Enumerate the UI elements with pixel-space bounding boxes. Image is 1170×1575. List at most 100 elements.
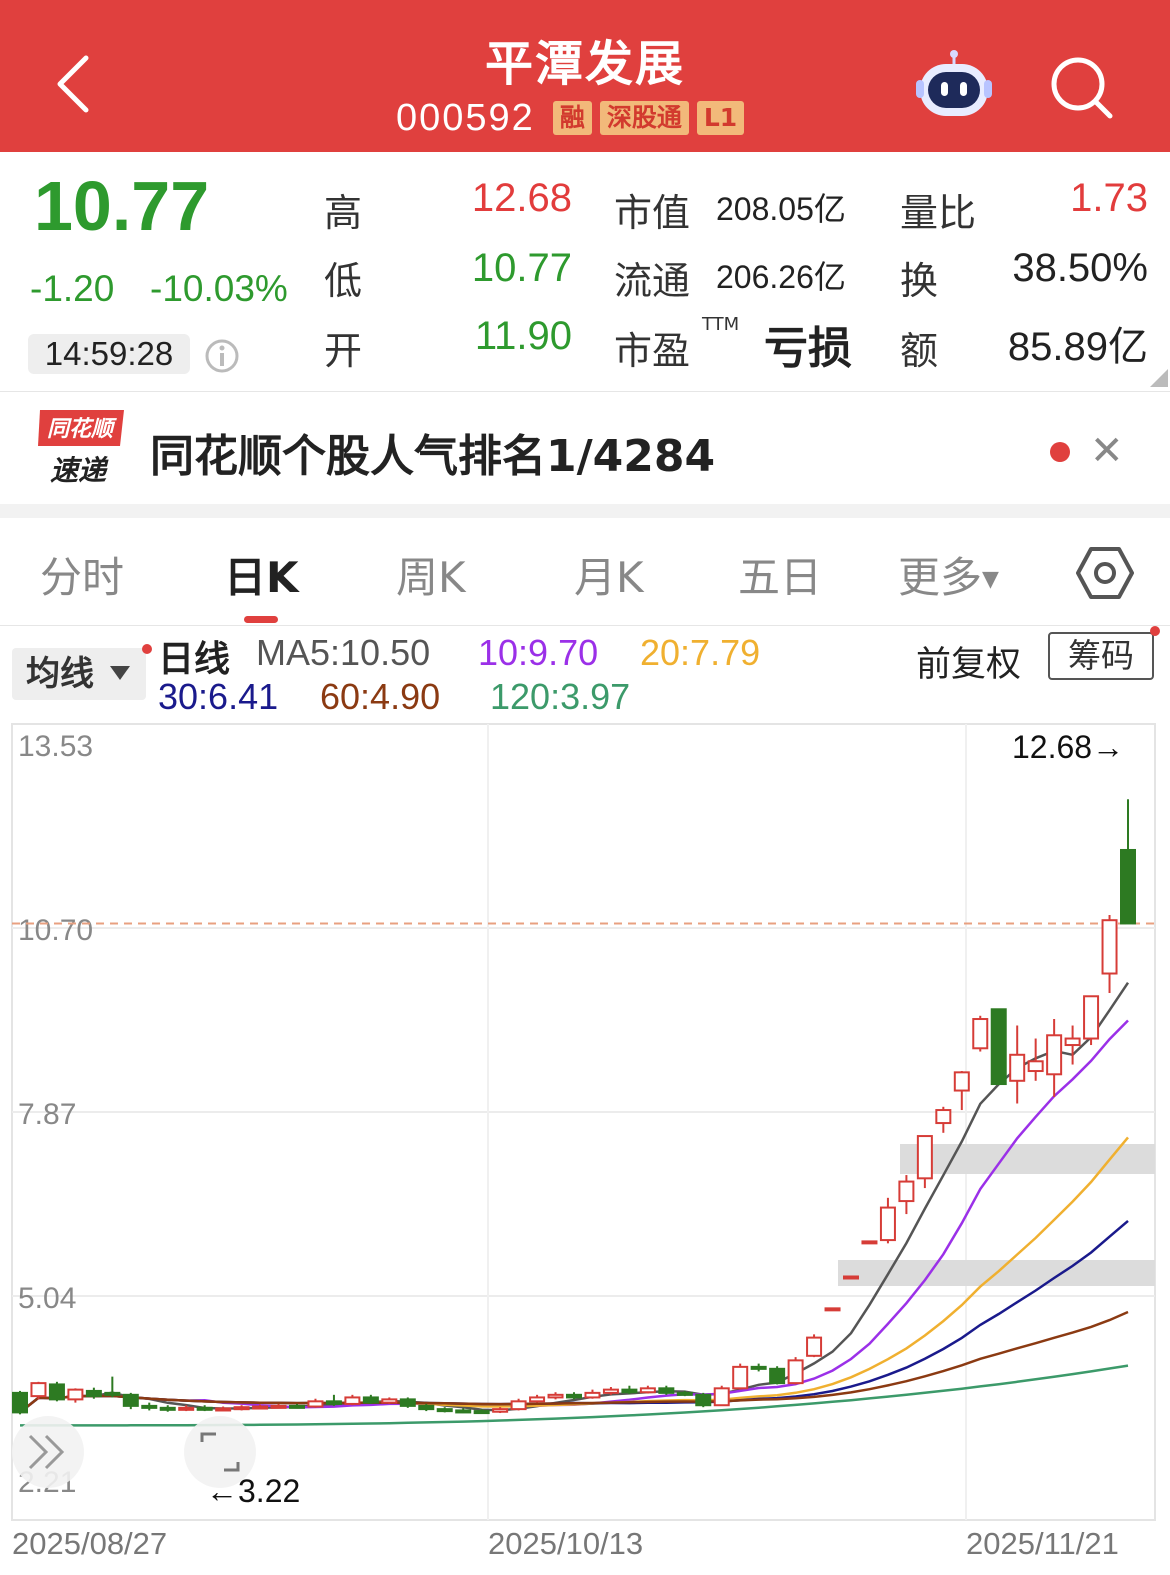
candle-body [695,1393,712,1407]
ma-dropdown-arrow-icon [110,666,130,680]
popularity-banner[interactable]: 同花顺 速递 同花顺个股人气排名1/4284 [0,392,1170,504]
price-change-percent: -10.03% [150,268,288,309]
ma20-value: 20:7.79 [640,632,761,673]
candle-body [861,1240,878,1245]
stock-subtitle: 000592 融 深股通 L1 [396,96,745,140]
candle-body [418,1404,435,1411]
candle-body [732,1365,749,1390]
chip-distribution-button[interactable]: 筹码 [1048,632,1154,680]
y-tick-label: 10.70 [18,914,93,947]
candle-body [676,1391,693,1396]
turnover-label: 换 [900,259,939,303]
mcap-label: 市值 [614,191,691,235]
y-tick-label: 13.53 [18,730,93,763]
tab-intraday[interactable]: 分时 [40,544,124,605]
margin-tag: 融 [552,101,592,135]
candle-body [566,1393,582,1399]
candle-body [639,1387,656,1394]
candle-body [48,1383,65,1401]
candle-body [30,1382,47,1398]
candle-body [584,1391,601,1399]
float-label: 流通 [614,259,691,303]
candle-body [178,1406,195,1411]
active-tab-indicator [244,616,278,623]
last-price: 10.77 [34,167,210,245]
period-label: 日线 [158,638,231,679]
amount-label: 额 [900,329,939,373]
open-value: 11.90 [474,314,572,358]
tab-more[interactable]: 更多▼ [898,544,999,605]
candle-body [1046,1034,1063,1076]
price-adjust-toggle[interactable]: 前复权 [916,636,1021,687]
ths-express-logo: 同花顺 速递 [38,410,124,487]
candle-body [122,1393,139,1407]
quote-panel: 10.77 -1.20 -10.03% 14:59:28 高 低 开 12.68… [0,152,1170,392]
y-tick-label: 7.87 [18,1098,76,1131]
candle-body [990,1008,1007,1086]
kline-chart[interactable]: 13.5310.707.875.042.2112.68→←3.222025/08… [0,720,1170,1575]
robot-assistant-icon[interactable] [914,48,994,120]
app-header: 平潭发展 000592 融 深股通 L1 [0,0,1170,152]
candle-body [602,1388,619,1394]
candle-body [67,1388,84,1401]
close-icon[interactable]: ✕ [1090,428,1124,474]
candle-body [1120,848,1136,925]
mcap-value: 208.05亿 [716,191,846,227]
candle-body [381,1398,398,1404]
expand-corner-icon[interactable] [1150,369,1168,387]
candle-body [879,1206,896,1242]
turnover-value: 38.50% [1012,246,1148,290]
candle-body [547,1393,564,1399]
candle-body [85,1389,102,1398]
candle-body [510,1400,527,1411]
ma5-value: MA5:10.50 [256,632,431,673]
candle-body [473,1410,490,1415]
candle-body [252,1405,269,1410]
candle-body [953,1071,970,1092]
notification-dot [1050,442,1070,462]
popularity-rank-text: 同花顺个股人气排名1/4284 [150,431,716,482]
x-tick-label: 2025/08/27 [12,1526,167,1561]
candle-body [1009,1053,1026,1082]
candle-body [289,1404,305,1409]
tab-weekly-k[interactable]: 周K [396,544,466,605]
candle-body [104,1391,121,1396]
ma60-value: 60:4.90 [320,676,441,717]
tab-monthly-k[interactable]: 月K [574,544,644,605]
candle-body [972,1018,989,1050]
info-icon[interactable] [204,338,240,374]
candle-body [898,1180,915,1203]
candle-body [1083,995,1100,1040]
tab-five-day[interactable]: 五日 [738,544,822,605]
candle-body [270,1404,287,1409]
high-price-label: 12.68→ [1012,729,1124,765]
candle-body [769,1367,786,1385]
candle-body [215,1407,232,1412]
candle-body [455,1409,472,1414]
high-label: 高 [324,191,363,235]
candle-body [621,1388,638,1394]
chip-bar [900,1144,1155,1174]
candle-body [436,1408,453,1413]
candle-body [1027,1060,1044,1073]
candle-body [196,1406,213,1411]
search-icon[interactable] [1048,54,1114,120]
candle-body [325,1400,342,1405]
chart-settings-icon[interactable] [1076,544,1134,602]
ma10-value: 10:9.70 [478,632,599,673]
candle-body [916,1135,933,1180]
candle-body [12,1391,28,1414]
candle-body [824,1307,841,1312]
tab-daily-k[interactable]: 日K [224,544,299,605]
y-tick-label: 5.04 [18,1282,76,1315]
float-value: 206.26亿 [716,259,846,295]
volume-ratio-label: 量比 [900,191,977,235]
fullscreen-button[interactable] [184,1416,256,1488]
ma30-value: 30:6.41 [158,676,279,717]
high-value: 12.68 [471,176,572,220]
low-label: 低 [324,259,363,303]
logo-bottom-text: 速递 [50,454,109,487]
kline-svg[interactable]: 13.5310.707.875.042.2112.68→←3.222025/08… [0,720,1170,1575]
pe-ttm-superscript: TTM [702,314,740,335]
candle-body [529,1396,546,1403]
